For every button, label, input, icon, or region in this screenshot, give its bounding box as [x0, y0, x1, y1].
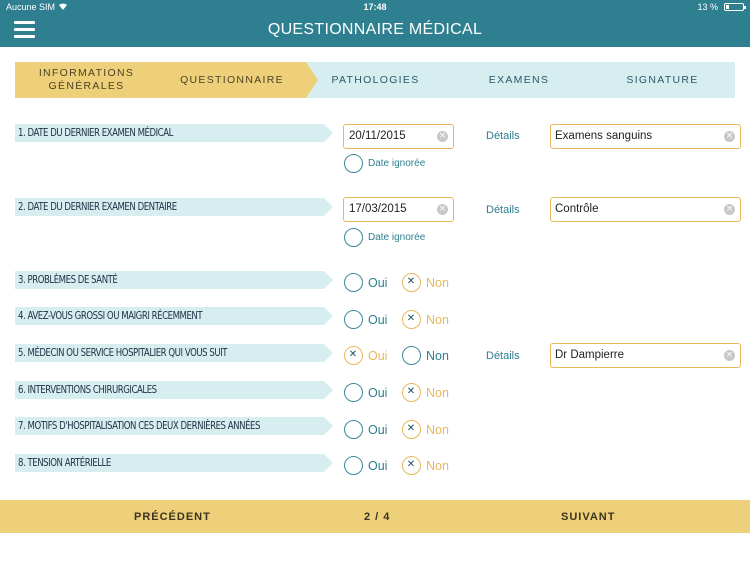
- date-ignored-label: Date ignorée: [368, 158, 426, 169]
- previous-button[interactable]: PRÉCÉDENT: [134, 511, 211, 523]
- no-label: Non: [426, 276, 449, 290]
- clear-icon[interactable]: ×: [437, 131, 448, 142]
- status-bar: Aucune SIM 17:48 13 %: [0, 0, 750, 14]
- no-label: Non: [426, 459, 449, 473]
- details-value: Dr Dampierre: [555, 349, 625, 361]
- no-radio[interactable]: [402, 456, 421, 475]
- step-label: EXAMENS: [488, 73, 550, 86]
- dental-exam-details-field[interactable]: Contrôle ×: [550, 197, 741, 222]
- question-label-6: 6. INTERVENTIONS CHIRURGICALES: [15, 381, 333, 399]
- date-value: 20/11/2015: [349, 130, 406, 142]
- yes-label: Oui: [368, 313, 388, 327]
- step-label: QUESTIONNAIRE: [180, 73, 284, 86]
- yes-label: Oui: [368, 386, 388, 400]
- step-signature[interactable]: SIGNATURE: [605, 62, 720, 98]
- no-label: Non: [426, 386, 449, 400]
- clock: 17:48: [363, 2, 387, 12]
- page-title: QUESTIONNAIRE MÉDICAL: [267, 21, 483, 38]
- date-ignored-radio[interactable]: [344, 154, 363, 173]
- no-label: Non: [426, 313, 449, 327]
- yes-label: Oui: [368, 349, 388, 363]
- yes-radio[interactable]: [344, 383, 363, 402]
- page-indicator: 2 / 4: [364, 511, 391, 523]
- no-label: Non: [426, 423, 449, 437]
- clear-icon[interactable]: ×: [724, 350, 735, 361]
- step-label: PATHOLOGIES: [331, 73, 420, 86]
- details-label: Détails: [486, 350, 520, 362]
- date-ignored-radio[interactable]: [344, 228, 363, 247]
- no-label: Non: [426, 349, 449, 363]
- next-button[interactable]: SUIVANT: [561, 511, 615, 523]
- step-label: INFORMATIONS GÉNÉRALES: [38, 67, 135, 92]
- date-ignored-label: Date ignorée: [368, 232, 426, 243]
- no-radio[interactable]: [402, 273, 421, 292]
- last-dental-exam-date-field[interactable]: 17/03/2015 ×: [343, 197, 454, 222]
- clear-icon[interactable]: ×: [724, 131, 735, 142]
- last-medical-exam-date-field[interactable]: 20/11/2015 ×: [343, 124, 454, 149]
- clear-icon[interactable]: ×: [437, 204, 448, 215]
- no-radio[interactable]: [402, 310, 421, 329]
- step-informations-generales[interactable]: INFORMATIONS GÉNÉRALES: [15, 62, 158, 98]
- step-questionnaire[interactable]: QUESTIONNAIRE: [158, 62, 318, 98]
- battery-icon: [724, 3, 746, 11]
- no-radio[interactable]: [402, 420, 421, 439]
- details-value: Examens sanguins: [555, 130, 653, 142]
- yes-label: Oui: [368, 423, 388, 437]
- question-label-7: 7. MOTIFS D'HOSPITALISATION CES DEUX DER…: [15, 417, 333, 435]
- step-label: SIGNATURE: [626, 73, 699, 86]
- question-label-4: 4. AVEZ-VOUS GROSSI OU MAIGRI RÉCEMMENT: [15, 307, 333, 325]
- medical-exam-details-field[interactable]: Examens sanguins ×: [550, 124, 741, 149]
- no-radio[interactable]: [402, 346, 421, 365]
- details-label: Détails: [486, 130, 520, 142]
- question-label-8: 8. TENSION ARTÉRIELLE: [15, 454, 333, 472]
- step-pathologies[interactable]: PATHOLOGIES: [318, 62, 433, 98]
- battery-percent: 13 %: [697, 2, 718, 12]
- footer-navigation: PRÉCÉDENT 2 / 4 SUIVANT: [0, 500, 750, 533]
- yes-radio[interactable]: [344, 456, 363, 475]
- question-label-2: 2. DATE DU DERNIER EXAMEN DENTAIRE: [15, 198, 333, 216]
- yes-label: Oui: [368, 276, 388, 290]
- yes-label: Oui: [368, 459, 388, 473]
- date-value: 17/03/2015: [349, 203, 407, 215]
- question-label-3: 3. PROBLÈMES DE SANTÉ: [15, 271, 333, 289]
- nav-bar: QUESTIONNAIRE MÉDICAL: [0, 14, 750, 47]
- details-label: Détails: [486, 204, 520, 216]
- step-examens[interactable]: EXAMENS: [463, 62, 575, 98]
- step-progress-bar: INFORMATIONS GÉNÉRALES QUESTIONNAIRE PAT…: [15, 62, 735, 98]
- yes-radio[interactable]: [344, 273, 363, 292]
- yes-radio[interactable]: [344, 420, 363, 439]
- details-value: Contrôle: [555, 203, 599, 215]
- no-radio[interactable]: [402, 383, 421, 402]
- clear-icon[interactable]: ×: [724, 204, 735, 215]
- yes-radio[interactable]: [344, 310, 363, 329]
- doctor-details-field[interactable]: Dr Dampierre ×: [550, 343, 741, 368]
- question-label-5: 5. MÉDECIN OU SERVICE HOSPITALIER QUI VO…: [15, 344, 333, 362]
- yes-radio[interactable]: [344, 346, 363, 365]
- question-label-1: 1. DATE DU DERNIER EXAMEN MÉDICAL: [15, 124, 333, 142]
